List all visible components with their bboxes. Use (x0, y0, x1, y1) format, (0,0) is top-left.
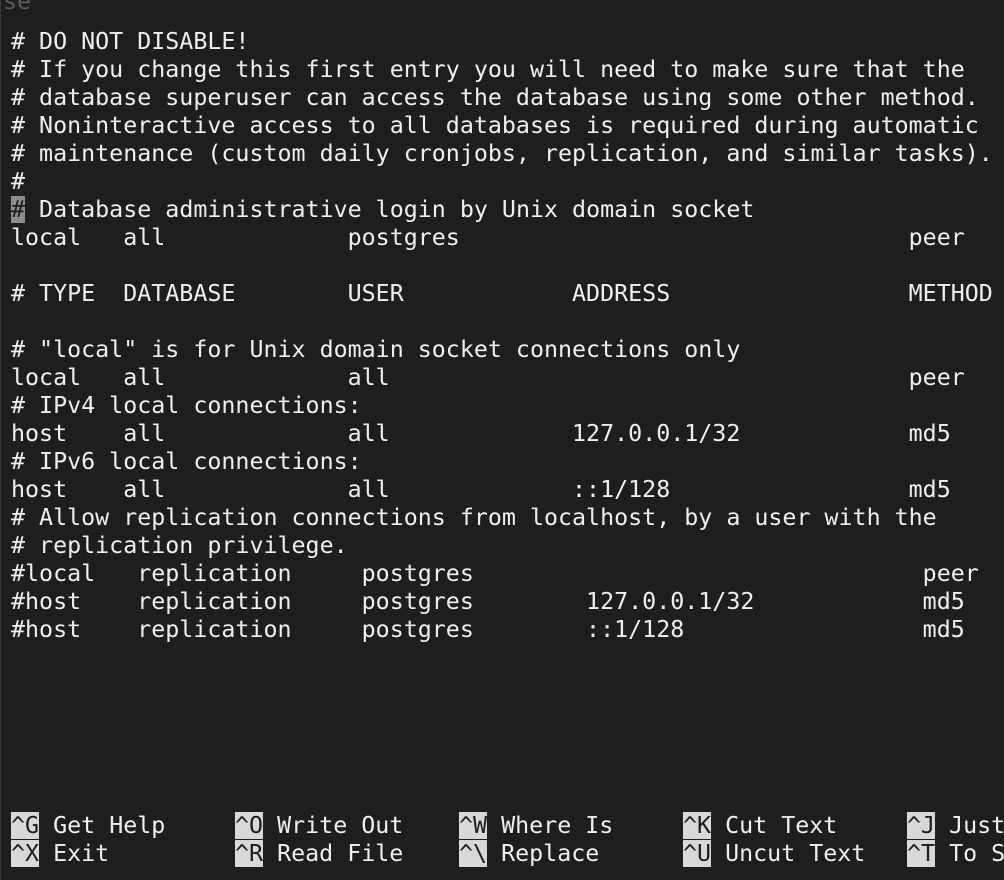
shortcut-row: ^G Get Help ^O Write Out ^W Where Is ^K … (11, 812, 1004, 840)
shortcut-to-spell[interactable]: ^T To S (907, 840, 1004, 868)
shortcut-label: Exit (39, 840, 110, 867)
shortcut-key: ^T (907, 840, 936, 867)
shortcut-get-help[interactable]: ^G Get Help (11, 812, 165, 840)
shortcut-label: Cut Text (711, 812, 838, 839)
shortcut-key: ^O (235, 812, 264, 839)
config-line: local all all peer (11, 364, 965, 391)
shortcut-where-is[interactable]: ^W Where Is (459, 812, 613, 840)
shortcut-justify[interactable]: ^J Just (907, 812, 1004, 840)
terminal-window[interactable]: se # DO NOT DISABLE! # If you change thi… (0, 0, 1004, 880)
editor-buffer[interactable]: # DO NOT DISABLE! # If you change this f… (11, 28, 1004, 644)
comment-line: # IPv6 local connections: (11, 448, 362, 475)
shortcut-label: Uncut Text (711, 840, 866, 867)
comment-line: # Allow replication connections from loc… (11, 504, 937, 531)
header-line: # TYPE DATABASE USER ADDRESS METHOD (11, 280, 993, 307)
cursor-line: # Database administrative login by Unix … (11, 196, 1004, 224)
shortcut-key: ^U (683, 840, 712, 867)
shortcut-key: ^K (683, 812, 712, 839)
comment-line: # If you change this first entry you wil… (11, 56, 965, 83)
shortcut-label: To S (935, 840, 1004, 867)
shortcut-row: ^X Exit ^R Read File ^\ Replace ^U Uncut… (11, 840, 1004, 868)
shortcut-label: Write Out (263, 812, 404, 839)
shortcut-cut-text[interactable]: ^K Cut Text (683, 812, 837, 840)
shortcut-uncut-text[interactable]: ^U Uncut Text (683, 840, 865, 868)
comment-line: # Noninteractive access to all databases… (11, 112, 979, 139)
shortcut-exit[interactable]: ^X Exit (11, 840, 109, 868)
comment-line: # database superuser can access the data… (11, 84, 979, 111)
cursor-line-text: Database administrative login by Unix do… (25, 196, 755, 223)
shortcut-label: Replace (487, 840, 600, 867)
comment-line: # IPv4 local connections: (11, 392, 362, 419)
window-title: se (3, 0, 32, 15)
comment-line: # replication privilege. (11, 532, 348, 559)
shortcut-label: Just (935, 812, 1004, 839)
config-line: host all all ::1/128 md5 (11, 476, 951, 503)
shortcut-key: ^X (11, 840, 40, 867)
shortcut-label: Read File (263, 840, 404, 867)
shortcut-read-file[interactable]: ^R Read File (235, 840, 403, 868)
shortcut-bar: ^G Get Help ^O Write Out ^W Where Is ^K … (11, 812, 1004, 868)
commented-config-line: #local replication postgres peer (11, 560, 979, 587)
shortcut-key: ^J (907, 812, 936, 839)
commented-config-line: #host replication postgres ::1/128 md5 (11, 616, 965, 643)
shortcut-key: ^R (235, 840, 264, 867)
shortcut-label: Where Is (487, 812, 614, 839)
comment-line: # "local" is for Unix domain socket conn… (11, 336, 741, 363)
shortcut-replace[interactable]: ^\ Replace (459, 840, 599, 868)
commented-config-line: #host replication postgres 127.0.0.1/32 … (11, 588, 965, 615)
text-cursor: # (11, 196, 26, 223)
shortcut-label: Get Help (39, 812, 166, 839)
shortcut-key: ^\ (459, 840, 488, 867)
comment-line: # maintenance (custom daily cronjobs, re… (11, 140, 993, 167)
comment-line: # DO NOT DISABLE! (11, 28, 250, 55)
comment-line: # (11, 168, 26, 195)
shortcut-write-out[interactable]: ^O Write Out (235, 812, 403, 840)
shortcut-key: ^G (11, 812, 40, 839)
shortcut-key: ^W (459, 812, 488, 839)
config-line: host all all 127.0.0.1/32 md5 (11, 420, 951, 447)
config-line: local all postgres peer (11, 224, 965, 251)
